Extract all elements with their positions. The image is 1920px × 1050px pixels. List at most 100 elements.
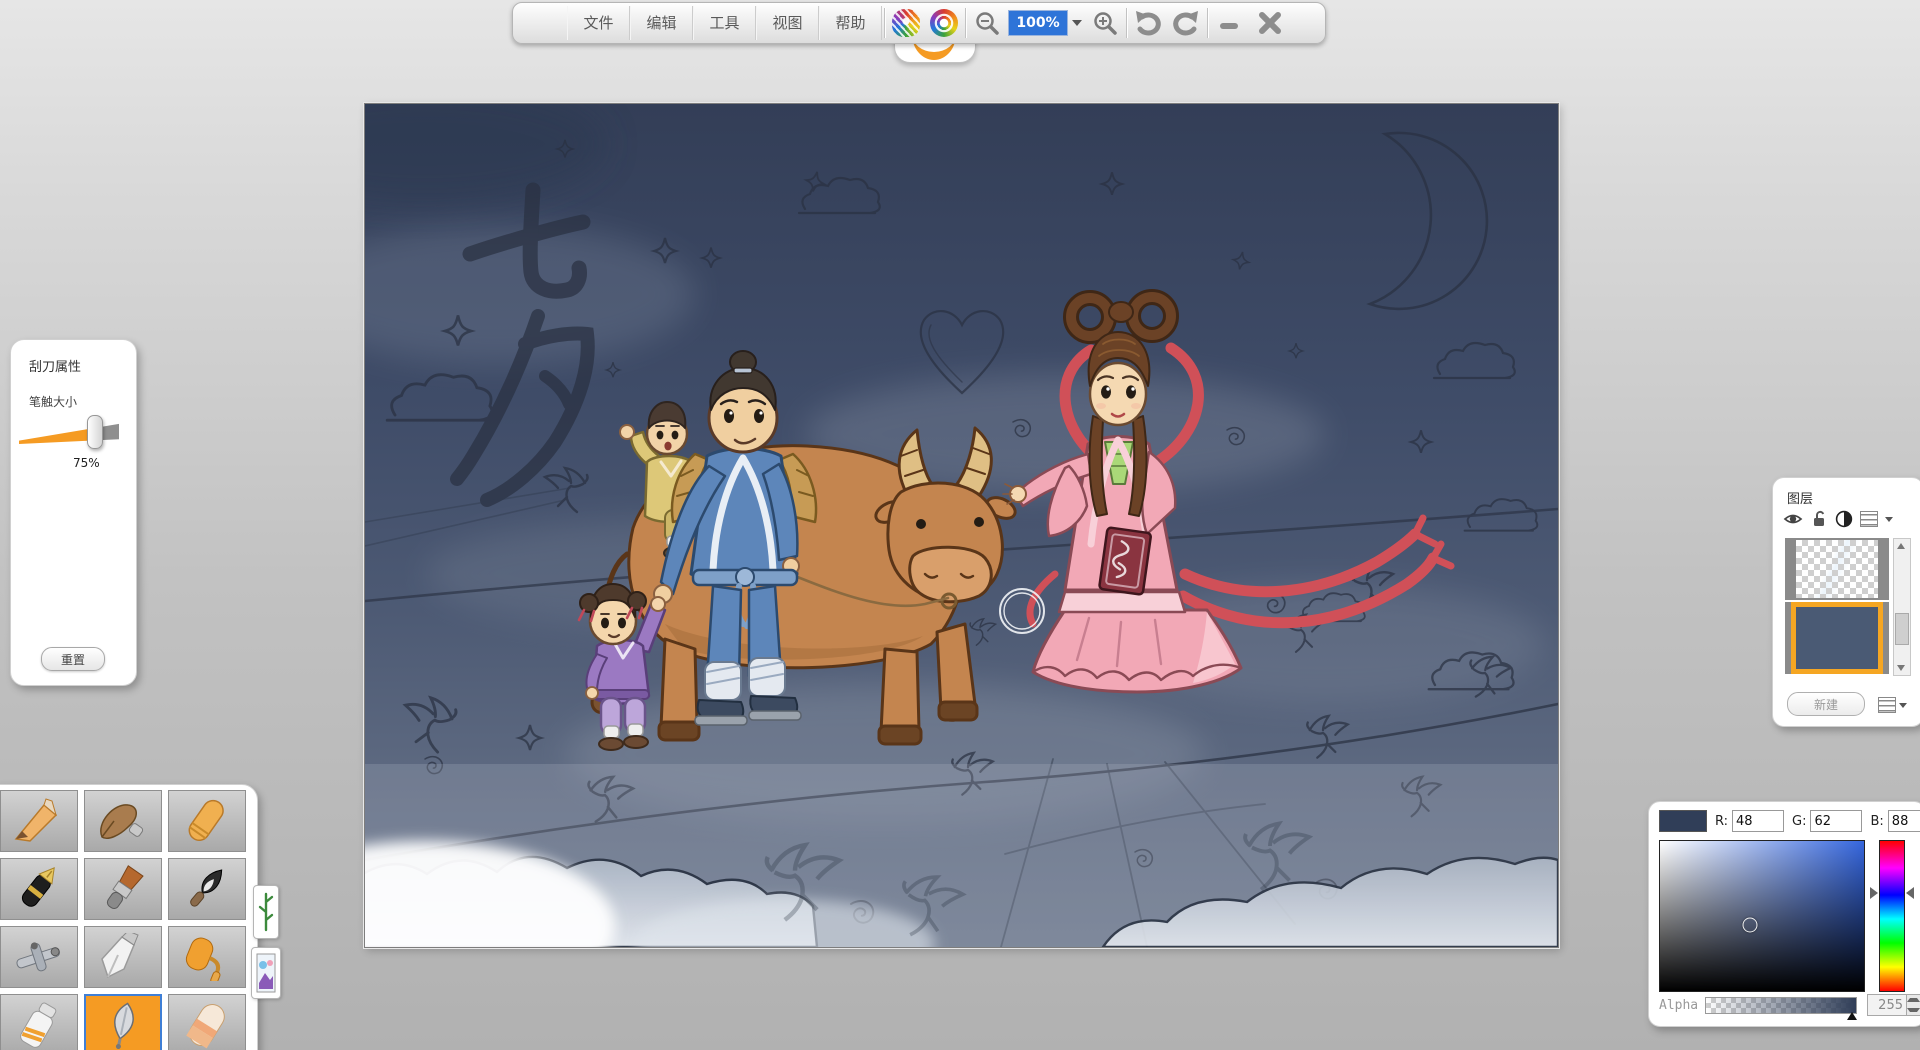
zoom-level-field[interactable]: 100%: [1008, 10, 1068, 36]
scraper-properties-panel: 刮刀属性 笔触大小 75% 重置: [10, 339, 137, 686]
layer-menu-dropdown[interactable]: [1885, 517, 1893, 522]
chevron-down-icon: [1897, 665, 1905, 671]
mascot-ear-icon: [134, 368, 158, 393]
layers-scrollbar[interactable]: [1893, 538, 1911, 676]
scrollbar-thumb[interactable]: [1895, 613, 1909, 645]
undo-button[interactable]: [1129, 6, 1167, 40]
new-layer-button[interactable]: 新建: [1787, 692, 1865, 716]
slider-handle[interactable]: [87, 415, 103, 449]
red-label: R:: [1715, 814, 1728, 829]
redo-arrow-icon: [1171, 9, 1201, 37]
blue-label: B:: [1870, 814, 1883, 829]
mascot-left-eye-button[interactable]: [887, 6, 925, 40]
palette-drag-handle[interactable]: [254, 801, 280, 857]
color-drag-handle[interactable]: [1626, 826, 1652, 882]
layer-menu-button[interactable]: [1860, 511, 1878, 527]
layer-lock-button[interactable]: [1810, 510, 1828, 528]
minimize-button[interactable]: [1210, 6, 1248, 40]
tool-grid: [0, 790, 246, 1050]
layers-panel: 图层: [1772, 477, 1920, 727]
zoom-dropdown-button[interactable]: [1068, 11, 1086, 35]
tool-fountain-pen[interactable]: [0, 858, 78, 920]
scroll-up-button[interactable]: [1894, 539, 1908, 553]
blue-input[interactable]: [1888, 810, 1920, 832]
panel-drag-handle[interactable]: [133, 352, 159, 408]
chevron-down-icon: [1899, 703, 1907, 708]
menu-file[interactable]: 文件: [567, 6, 630, 40]
tool-eraser[interactable]: [168, 994, 246, 1050]
brush-size-slider[interactable]: [19, 420, 119, 444]
tool-paintbrush[interactable]: [84, 858, 162, 920]
tool-palette-knife[interactable]: [84, 926, 162, 988]
red-input[interactable]: [1732, 810, 1784, 832]
hue-marker-left[interactable]: [1870, 887, 1878, 899]
layer-opacity-button[interactable]: [1835, 510, 1853, 528]
airbrush-icon: [10, 933, 68, 981]
chevron-down-icon: [1072, 20, 1082, 26]
layer-thumbnail-selected[interactable]: [1791, 602, 1883, 674]
menu-view[interactable]: 视图: [756, 6, 819, 40]
alpha-increment-button[interactable]: [1907, 995, 1920, 1005]
alpha-slider[interactable]: [1705, 997, 1857, 1014]
tool-pencil[interactable]: [0, 790, 78, 852]
mascot-right-eye-button[interactable]: [925, 6, 963, 40]
tool-paint-roller[interactable]: [168, 926, 246, 988]
hue-slider[interactable]: [1879, 840, 1905, 992]
layer-thumbnail-transparent[interactable]: [1796, 540, 1878, 598]
tool-wood-pen[interactable]: [84, 790, 162, 852]
paintbrush-icon: [94, 865, 152, 913]
color-cursor[interactable]: [1742, 918, 1757, 933]
menu-help[interactable]: 帮助: [819, 6, 882, 40]
chevron-down-icon: [1885, 517, 1893, 522]
alpha-marker[interactable]: [1847, 1012, 1857, 1020]
menu-tools[interactable]: 工具: [693, 6, 756, 40]
drawing-canvas[interactable]: [364, 103, 1559, 948]
saturation-value-field[interactable]: [1659, 840, 1865, 992]
toolbar-spacer: [513, 3, 567, 43]
mascot-ear-icon: [1751, 522, 1775, 547]
fountain-pen-icon: [10, 865, 68, 913]
zoom-out-button[interactable]: [968, 6, 1006, 40]
green-input[interactable]: [1810, 810, 1862, 832]
toolbar-separator: [884, 8, 885, 38]
hue-marker-right[interactable]: [1906, 887, 1914, 899]
tool-crayon[interactable]: [168, 790, 246, 852]
alpha-decrement-button[interactable]: [1907, 1005, 1920, 1015]
layers-drag-handle[interactable]: [1750, 506, 1776, 562]
slider-track[interactable]: [19, 420, 119, 444]
layers-title: 图层: [1787, 488, 1920, 507]
menu-edit[interactable]: 编辑: [630, 6, 693, 40]
undo-arrow-icon: [1133, 9, 1163, 37]
layer-row-sketch[interactable]: [1785, 538, 1889, 600]
wood-pen-icon: [94, 797, 152, 845]
bamboo-stamp-button[interactable]: [253, 885, 279, 939]
slider-fill: [19, 420, 94, 444]
brush-size-value: 75%: [73, 456, 136, 470]
tool-airbrush[interactable]: [0, 926, 78, 988]
tool-paint-bottle[interactable]: [0, 994, 78, 1050]
picture-template-button[interactable]: [251, 947, 281, 999]
magnifier-minus-icon: [974, 10, 1000, 36]
layers-bottom-menu[interactable]: [1875, 694, 1909, 716]
reset-button[interactable]: 重置: [41, 647, 105, 671]
app-window: 文件 编辑 工具 视图 帮助 100%: [0, 0, 1920, 1050]
alpha-input[interactable]: [1867, 994, 1907, 1016]
close-button[interactable]: [1248, 6, 1292, 40]
layer-row-background[interactable]: [1785, 602, 1889, 674]
layer-visibility-button[interactable]: [1783, 510, 1803, 528]
scraper-icon: [94, 1001, 152, 1049]
chevron-up-icon: [1897, 543, 1905, 549]
brush-size-label: 笔触大小: [29, 393, 136, 410]
redo-button[interactable]: [1167, 6, 1205, 40]
scroll-down-button[interactable]: [1894, 661, 1908, 675]
zoom-in-button[interactable]: [1086, 6, 1124, 40]
close-icon: [1257, 10, 1283, 36]
picture-icon: [256, 953, 276, 993]
toolbar-separator: [965, 8, 966, 38]
tool-ink-brush[interactable]: [168, 858, 246, 920]
artwork-qixi-painting: [365, 104, 1558, 947]
palette-knife-icon: [94, 933, 152, 981]
contrast-icon: [1835, 510, 1853, 528]
tool-palette-panel: [0, 784, 258, 1050]
tool-scraper[interactable]: [84, 994, 162, 1050]
